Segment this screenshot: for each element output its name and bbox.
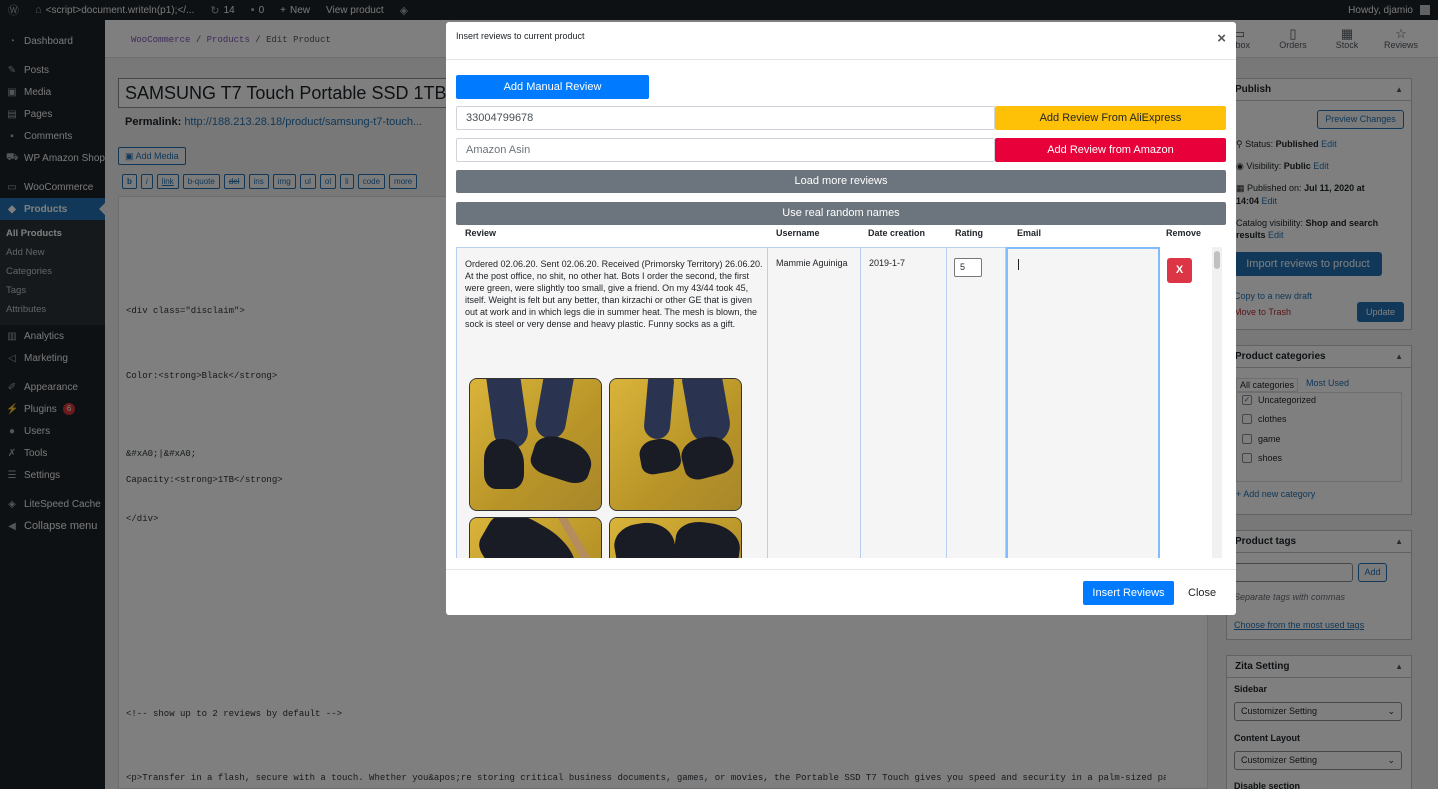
close-button[interactable]: Close	[1182, 581, 1222, 605]
amazon-asin-input[interactable]: Amazon Asin	[456, 138, 995, 162]
review-text[interactable]: Ordered 02.06.20. Sent 02.06.20. Receive…	[465, 258, 763, 330]
remove-review-button[interactable]: X	[1167, 258, 1192, 283]
review-photo[interactable]	[469, 378, 602, 511]
username-text[interactable]: Mammie Aguiniga	[776, 258, 848, 268]
modal-title: Insert reviews to current product	[456, 31, 585, 41]
column-header-remove: Remove	[1166, 228, 1202, 238]
column-header-email: Email	[1017, 228, 1042, 238]
review-photo[interactable]	[609, 517, 742, 558]
email-cell[interactable]	[1006, 247, 1160, 558]
column-header-review: Review	[465, 228, 497, 238]
aliexpress-id-input[interactable]: 33004799678	[456, 106, 995, 130]
modal-footer: Insert Reviews Close	[446, 569, 1236, 615]
add-amazon-review-button[interactable]: Add Review from Amazon	[995, 138, 1226, 162]
table-scrollbar-thumb[interactable]	[1214, 251, 1220, 269]
insert-reviews-modal: Insert reviews to current product × Add …	[446, 22, 1236, 615]
add-aliexpress-review-button[interactable]: Add Review From AliExpress	[995, 106, 1226, 130]
column-header-rating: Rating	[955, 228, 983, 238]
column-header-username: Username	[776, 228, 820, 238]
insert-reviews-button[interactable]: Insert Reviews	[1083, 581, 1174, 605]
username-cell[interactable]	[767, 247, 861, 558]
table-scrollbar[interactable]	[1212, 247, 1222, 558]
text-cursor	[1018, 259, 1019, 270]
modal-header: Insert reviews to current product ×	[446, 22, 1236, 60]
date-text[interactable]: 2019-1-7	[869, 258, 905, 268]
load-more-reviews-button[interactable]: Load more reviews	[456, 170, 1226, 193]
review-photo[interactable]	[609, 378, 742, 511]
date-cell[interactable]	[860, 247, 947, 558]
column-header-date: Date creation	[868, 228, 926, 238]
close-icon[interactable]: ×	[1217, 30, 1226, 47]
add-manual-review-button[interactable]: Add Manual Review	[456, 75, 649, 99]
reviews-table: Review Username Date creation Rating Ema…	[456, 225, 1226, 558]
rating-cell	[946, 247, 1006, 558]
review-photo[interactable]	[469, 517, 602, 558]
rating-input[interactable]: 5	[954, 258, 982, 277]
use-random-names-button[interactable]: Use real random names	[456, 202, 1226, 225]
